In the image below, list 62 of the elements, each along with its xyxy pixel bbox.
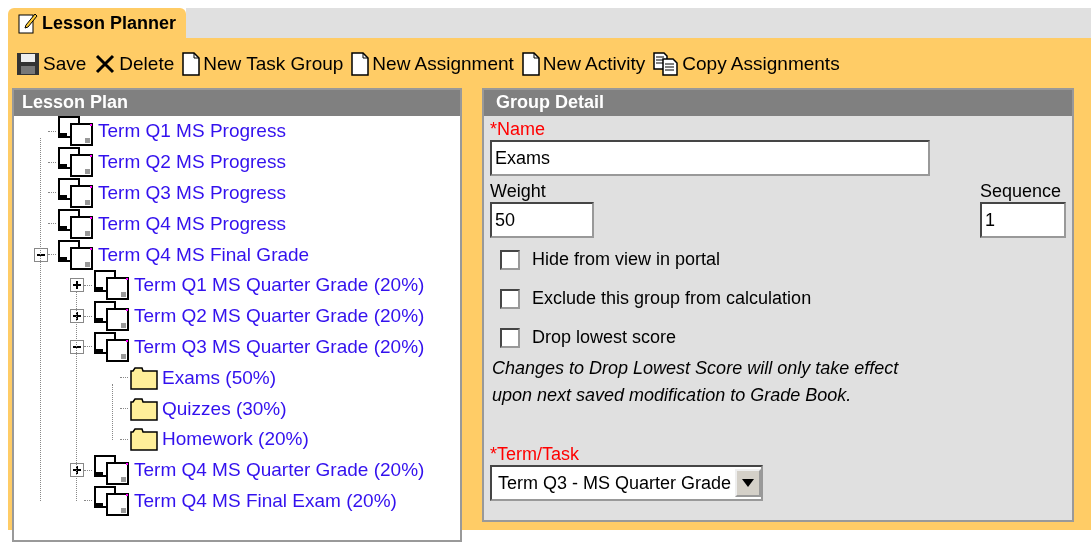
expand-toggle[interactable] <box>70 278 84 293</box>
weight-field[interactable]: 50 <box>490 202 594 238</box>
new-button[interactable]: New Task Group <box>182 52 344 76</box>
tree-item[interactable]: Term Q3 MS Quarter Grade (20%) <box>134 335 425 358</box>
copy-button[interactable]: Copy Assignments <box>653 52 840 76</box>
collapse-toggle[interactable] <box>70 339 84 354</box>
save-button[interactable]: Save <box>16 52 87 76</box>
page-icon <box>182 52 201 76</box>
tree-item[interactable]: Term Q3 MS Progress <box>98 182 286 204</box>
copy-pages-icon <box>653 52 680 76</box>
delete-button[interactable]: Delete <box>94 53 175 75</box>
expand-toggle[interactable] <box>70 309 84 324</box>
field-label: Weight <box>490 180 547 202</box>
tree-item[interactable]: Quizzes (30%) <box>162 397 287 420</box>
stacked-pages-icon <box>58 147 94 178</box>
stacked-pages-icon <box>94 485 130 516</box>
stacked-pages-icon <box>58 178 94 208</box>
field-label: *Term/Task <box>490 443 580 465</box>
checkbox-label: Exclude this group from calculation <box>532 288 812 309</box>
folder-icon <box>130 396 158 421</box>
x-icon <box>94 53 117 75</box>
field-label: Sequence <box>980 180 1063 202</box>
tree-item[interactable]: Term Q4 MS Quarter Grade (20%) <box>134 459 425 482</box>
stacked-pages-icon <box>94 270 130 301</box>
term-task-dropdown[interactable]: Term Q3 - MS Quarter Grade <box>490 465 764 501</box>
panel-header: Lesson Plan <box>14 90 460 116</box>
stacked-pages-icon <box>94 301 130 332</box>
tree-item[interactable]: Term Q4 MS Final Grade <box>98 243 310 266</box>
new-button[interactable]: New Assignment <box>351 52 514 76</box>
tree-item[interactable]: Term Q4 MS Progress <box>98 212 286 235</box>
lesson-planner-tab[interactable]: Lesson Planner <box>8 8 187 38</box>
tree-item[interactable]: Term Q2 MS Quarter Grade (20%) <box>134 305 425 328</box>
sequence-field[interactable]: 1 <box>980 202 1066 238</box>
panel-header: Group Detail <box>484 90 1072 116</box>
tree-item[interactable]: Term Q1 MS Quarter Grade (20%) <box>134 274 425 297</box>
tree-item[interactable]: Term Q1 MS Progress <box>98 120 286 143</box>
stacked-pages-icon <box>58 116 94 147</box>
checkbox[interactable] <box>500 327 520 348</box>
stacked-pages-icon <box>94 331 130 362</box>
stacked-pages-icon <box>58 208 94 239</box>
checkbox[interactable] <box>500 249 520 270</box>
tree-item[interactable]: Exams (50%) <box>162 366 277 389</box>
stacked-pages-icon <box>58 239 94 270</box>
page-icon <box>521 52 540 76</box>
checkbox-label: Drop lowest score <box>532 327 677 348</box>
tree-item[interactable]: Term Q2 MS Progress <box>98 151 286 174</box>
checkbox-label: Hide from view in portal <box>532 249 721 270</box>
expand-toggle[interactable] <box>70 463 84 478</box>
new-button[interactable]: New Activity <box>521 52 646 76</box>
checkbox[interactable] <box>500 288 520 309</box>
field-label: *Name <box>490 118 547 140</box>
notepad-pencil-icon <box>18 12 38 34</box>
folder-icon <box>130 365 158 390</box>
tree-item[interactable]: Homework (20%) <box>162 428 309 451</box>
collapse-toggle[interactable] <box>34 247 48 262</box>
page-icon <box>351 52 370 76</box>
note-text: Changes to Drop Lowest Score will only take effect upon next saved modification to Grade Book. <box>492 357 900 407</box>
stacked-pages-icon <box>94 455 130 486</box>
name-field[interactable]: Exams <box>490 140 930 176</box>
folder-icon <box>130 427 158 452</box>
caret-icon <box>742 479 755 487</box>
tree-item[interactable]: Term Q4 MS Final Exam (20%) <box>134 489 397 512</box>
